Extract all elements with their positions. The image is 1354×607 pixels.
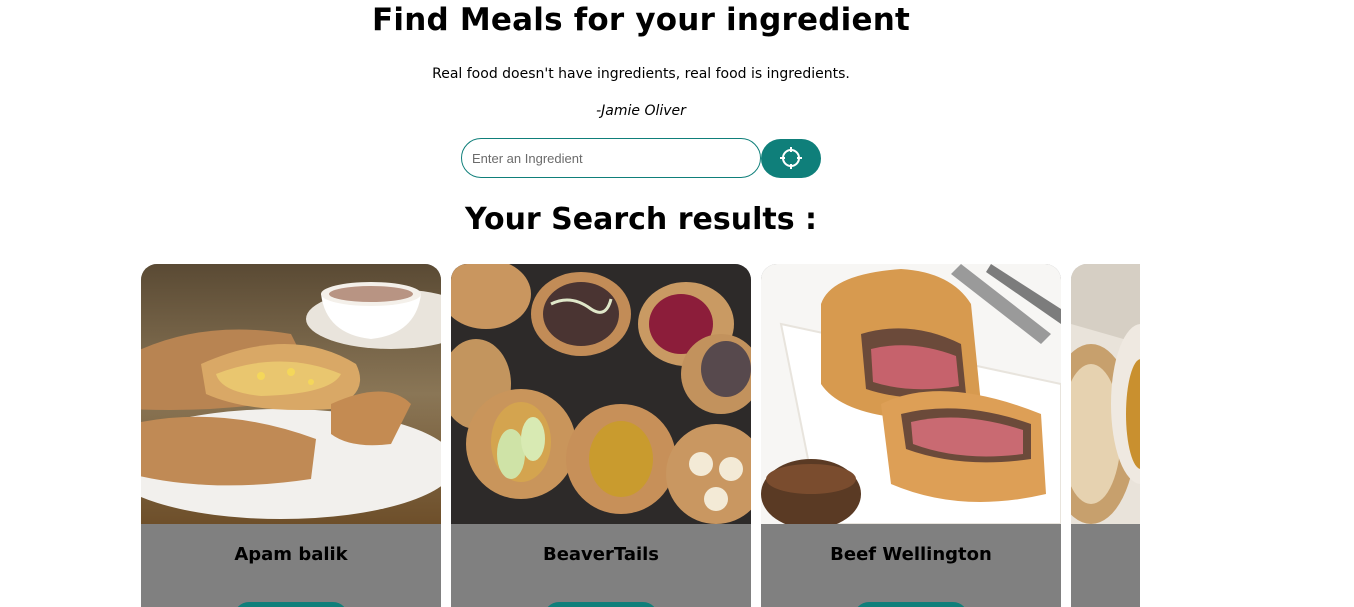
ingredient-search-input[interactable] — [461, 138, 761, 178]
meal-image — [761, 264, 1061, 524]
results-list: Apam balik BeaverTails Beef Wellington — [141, 264, 1140, 607]
meal-image — [141, 264, 441, 524]
meal-card[interactable]: B — [1071, 264, 1140, 607]
meal-image — [1071, 264, 1140, 524]
view-recipe-button[interactable] — [854, 602, 968, 607]
meal-name: BeaverTails — [542, 544, 660, 565]
quote-author: -Jamie Oliver — [596, 103, 686, 119]
meal-name: B — [1071, 544, 1140, 565]
results-carousel[interactable]: Apam balik BeaverTails Beef Wellington — [141, 264, 1140, 607]
meal-name: Apam balik — [234, 544, 348, 565]
crosshair-icon — [780, 147, 802, 169]
quote-text: Real food doesn't have ingredients, real… — [432, 66, 850, 82]
results-heading: Your Search results : — [464, 202, 818, 237]
page-title: Find Meals for your ingredient — [372, 2, 910, 38]
meal-name: Beef Wellington — [830, 544, 992, 565]
meal-card[interactable]: Beef Wellington — [761, 264, 1061, 607]
meal-card[interactable]: Apam balik — [141, 264, 441, 607]
search-button[interactable] — [761, 138, 821, 178]
meal-card[interactable]: BeaverTails — [451, 264, 751, 607]
meal-image — [451, 264, 751, 524]
view-recipe-button[interactable] — [234, 602, 348, 607]
search-bar — [461, 138, 821, 178]
view-recipe-button[interactable] — [544, 602, 658, 607]
page: Find Meals for your ingredient Real food… — [0, 0, 1354, 607]
